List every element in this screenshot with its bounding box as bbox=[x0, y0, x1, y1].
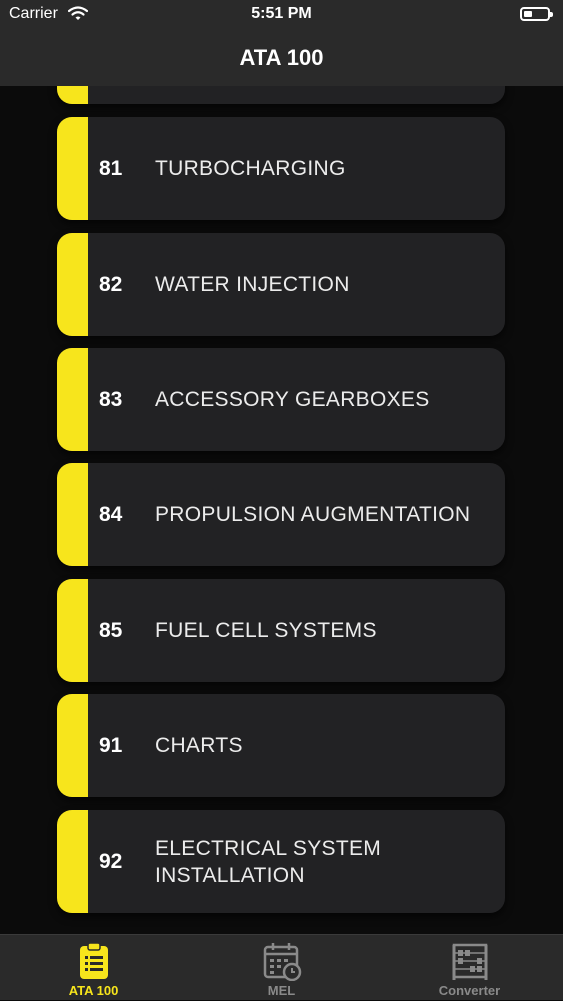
chapter-card[interactable]: 83 ACCESSORY GEARBOXES bbox=[57, 348, 505, 451]
card-accent-bar bbox=[57, 86, 88, 104]
chapter-card[interactable]: 91 CHARTS bbox=[57, 694, 505, 797]
card-accent-bar bbox=[57, 233, 88, 336]
calendar-clock-icon bbox=[263, 943, 302, 981]
chapter-code: 84 bbox=[99, 502, 123, 526]
tab-label: MEL bbox=[267, 983, 296, 998]
tab-label: Converter bbox=[438, 983, 501, 998]
chapter-title: CHARTS bbox=[155, 734, 243, 757]
chapter-card[interactable]: 84 PROPULSION AUGMENTATION bbox=[57, 463, 505, 566]
clock-time: 5:51 PM bbox=[251, 5, 312, 22]
page-title: ATA 100 bbox=[239, 45, 324, 70]
chapter-code: 82 bbox=[99, 272, 123, 296]
card-accent-bar bbox=[57, 117, 88, 220]
card-accent-bar bbox=[57, 810, 88, 913]
navigation-bar: ATA 100 bbox=[0, 30, 563, 86]
chapter-card[interactable]: 82 WATER INJECTION bbox=[57, 233, 505, 336]
chapter-list[interactable]: 81 TURBOCHARGING 82 WATER INJECTION 83 A… bbox=[0, 86, 563, 934]
abacus-icon bbox=[452, 943, 488, 980]
tab-mel[interactable]: MEL bbox=[188, 935, 375, 1001]
chapter-title: FUEL CELL SYSTEMS bbox=[155, 619, 377, 642]
clipboard-list-icon bbox=[80, 942, 108, 979]
chapter-code: 81 bbox=[99, 156, 123, 180]
status-bar: Carrier 5:51 PM bbox=[0, 0, 563, 30]
chapter-title: PROPULSION AUGMENTATION bbox=[155, 503, 471, 526]
chapter-title: WATER INJECTION bbox=[155, 273, 350, 296]
chapter-code: 83 bbox=[99, 387, 123, 411]
card-accent-bar bbox=[57, 579, 88, 682]
chapter-title: TURBOCHARGING bbox=[155, 157, 346, 180]
chapter-code: 85 bbox=[99, 618, 123, 642]
chapter-code: 92 bbox=[99, 849, 123, 873]
chapter-card[interactable]: 85 FUEL CELL SYSTEMS bbox=[57, 579, 505, 682]
chapter-card[interactable]: 92 ELECTRICAL SYSTEM INSTALLATION bbox=[57, 810, 505, 913]
tab-ata-100[interactable]: ATA 100 bbox=[0, 935, 187, 1001]
card-accent-bar bbox=[57, 694, 88, 797]
chapter-title: ACCESSORY GEARBOXES bbox=[155, 388, 430, 411]
tab-bar: ATA 100 MEL Converter bbox=[0, 934, 563, 1000]
tab-label: ATA 100 bbox=[68, 983, 119, 998]
chapter-card[interactable]: 81 TURBOCHARGING bbox=[57, 117, 505, 220]
card-accent-bar bbox=[57, 348, 88, 451]
chapter-card-partial[interactable] bbox=[57, 86, 505, 104]
battery-icon bbox=[520, 7, 553, 21]
chapter-title: ELECTRICAL SYSTEM INSTALLATION bbox=[155, 836, 382, 887]
card-accent-bar bbox=[57, 463, 88, 566]
chapter-code: 91 bbox=[99, 733, 123, 757]
tab-converter[interactable]: Converter bbox=[376, 935, 563, 1001]
